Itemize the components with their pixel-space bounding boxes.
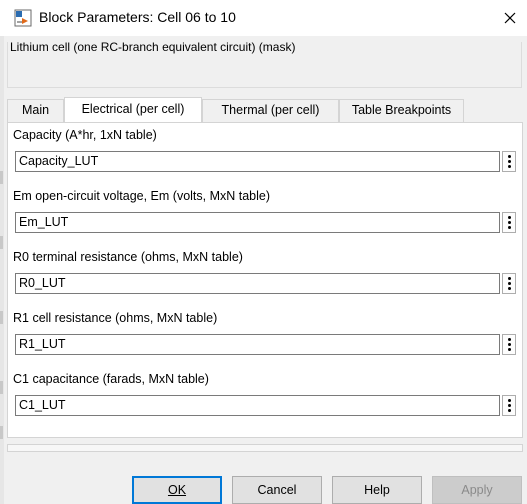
em-field[interactable]: Em_LUT (15, 212, 500, 233)
em-options-button[interactable] (502, 212, 516, 233)
help-button[interactable]: Help (332, 476, 422, 504)
mask-description: Lithium cell (one RC-branch equivalent c… (10, 40, 302, 54)
horizontal-scrollbar[interactable] (7, 444, 523, 452)
capacity-field[interactable]: Capacity_LUT (15, 151, 500, 172)
r1-options-button[interactable] (502, 334, 516, 355)
window-title: Block Parameters: Cell 06 to 10 (39, 9, 236, 25)
close-icon (504, 12, 516, 24)
cancel-label: Cancel (257, 483, 297, 497)
r1-label: R1 cell resistance (ohms, MxN table) (13, 311, 218, 325)
tab-electrical[interactable]: Electrical (per cell) (64, 97, 202, 122)
c1-label: C1 capacitance (farads, MxN table) (13, 372, 209, 386)
r0-options-button[interactable] (502, 273, 516, 294)
more-icon (507, 216, 511, 219)
simulink-block-icon (14, 9, 32, 27)
background-window-edge (0, 36, 4, 504)
capacity-options-button[interactable] (502, 151, 516, 172)
r1-field[interactable]: R1_LUT (15, 334, 500, 355)
close-button[interactable] (493, 0, 527, 36)
help-label: Help (364, 483, 390, 497)
c1-field[interactable]: C1_LUT (15, 395, 500, 416)
more-icon (507, 338, 511, 341)
r0-field[interactable]: R0_LUT (15, 273, 500, 294)
more-icon (507, 399, 511, 402)
electrical-parameters-panel: Capacity (A*hr, 1xN table) Capacity_LUT … (7, 122, 523, 438)
ok-label: OK (167, 483, 187, 497)
tab-thermal[interactable]: Thermal (per cell) (202, 99, 339, 122)
tab-main[interactable]: Main (7, 99, 64, 122)
em-label: Em open-circuit voltage, Em (volts, MxN … (13, 189, 271, 203)
title-bar: Block Parameters: Cell 06 to 10 (0, 0, 527, 36)
tab-table-breakpoints[interactable]: Table Breakpoints (339, 99, 464, 122)
capacity-label: Capacity (A*hr, 1xN table) (13, 128, 157, 142)
more-icon (507, 155, 511, 158)
ok-button[interactable]: OK (132, 476, 222, 504)
cancel-button[interactable]: Cancel (232, 476, 322, 504)
apply-label: Apply (461, 483, 493, 497)
c1-options-button[interactable] (502, 395, 516, 416)
apply-button[interactable]: Apply (432, 476, 522, 504)
r0-label: R0 terminal resistance (ohms, MxN table) (13, 250, 243, 264)
more-icon (507, 277, 511, 280)
